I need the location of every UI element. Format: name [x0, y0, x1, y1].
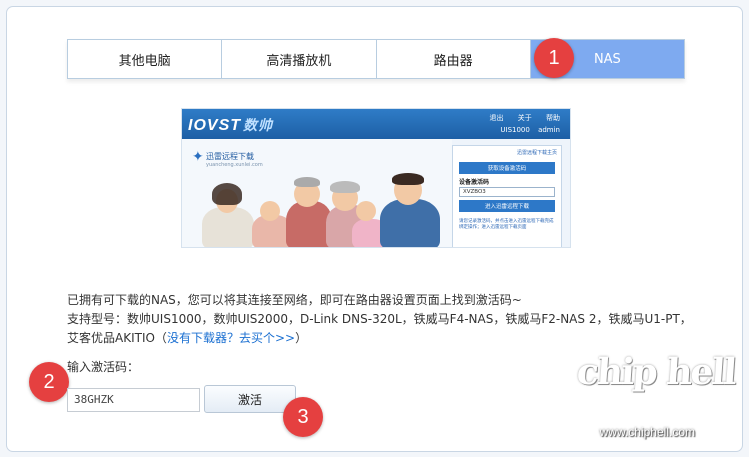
preview-logo: IOVST 数帅	[188, 115, 273, 135]
step-badge-3: 3	[283, 397, 323, 437]
activate-button[interactable]: 激活	[204, 385, 296, 413]
family-photo	[202, 173, 452, 247]
preview-about: 关于	[517, 114, 532, 122]
preview-username: admin	[538, 126, 560, 134]
tab-hd-player[interactable]: 高清播放机	[222, 40, 377, 78]
buy-downloader-link[interactable]: 没有下载器？去买个>>	[167, 331, 295, 345]
preview-brand: 迅雷远程下载 yuancheng.xunlei.com	[206, 151, 263, 168]
step-badge-2: 2	[29, 362, 69, 402]
preview-code-field: XVZBO3	[459, 187, 555, 197]
preview-header: IOVST 数帅 退出 关于 帮助 UIS1000 admin	[182, 109, 570, 139]
activation-code-label: 输入激活码：	[67, 360, 140, 374]
tab-router[interactable]: 路由器	[376, 40, 531, 78]
preview-help: 帮助	[546, 114, 560, 122]
description-line-3: 艾客优品AKITIO（没有下载器？去买个>>）	[67, 329, 697, 348]
preview-enter-button: 进入迅雷远程下载	[459, 200, 555, 212]
preview-get-code-button: 获取设备激活码	[459, 162, 555, 174]
chiphell-logo: chip hell	[575, 351, 737, 393]
preview-brand-sub: yuancheng.xunlei.com	[206, 162, 263, 168]
tab-other-pc[interactable]: 其他电脑	[68, 40, 223, 78]
preview-user-info: 退出 关于 帮助 UIS1000 admin	[478, 112, 560, 136]
preview-logo-text: IOVST	[188, 117, 242, 134]
description-supported-models: 支持型号：数帅UIS1000，数帅UIS2000，D-Link DNS-320L…	[67, 312, 692, 326]
preview-logo-cn: 数帅	[243, 117, 274, 133]
preview-activation-panel: 迅雷远程下载主页 获取设备激活码 设备激活码 XVZBO3 进入迅雷远程下载 请…	[452, 145, 562, 247]
preview-model: UIS1000	[500, 126, 530, 134]
preview-home-link: 迅雷远程下载主页	[516, 150, 557, 156]
nas-preview-image: IOVST 数帅 退出 关于 帮助 UIS1000 admin 迅雷远程下载 yu…	[181, 108, 571, 248]
preview-banner: 迅雷远程下载 yuancheng.xunlei.com ✦	[182, 139, 452, 247]
preview-footer-text: 请您记录激活码，并点击进入迅雷远程下载完成绑定操作；进入迅雷远程下载页面	[459, 219, 554, 230]
nas-description: 已拥有可下载的NAS，您可以将其连接至网络，即可在路由器设置页面上找到激活码~ …	[67, 291, 697, 348]
preview-brand-title: 迅雷远程下载	[206, 152, 254, 161]
description-line-3-prefix: 艾客优品AKITIO（	[67, 331, 167, 345]
step-badge-1: 1	[534, 38, 574, 78]
device-tabs: 其他电脑 高清播放机 路由器 NAS	[67, 39, 685, 79]
description-line-1: 已拥有可下载的NAS，您可以将其连接至网络，即可在路由器设置页面上找到激活码~	[67, 293, 522, 307]
description-line-3-suffix: ）	[295, 331, 308, 345]
thunder-bird-icon: ✦	[192, 149, 204, 165]
activation-code-input[interactable]: 38GHZK	[67, 388, 200, 412]
preview-logout: 退出	[489, 114, 504, 122]
chiphell-url: www.chiphell.com	[599, 425, 695, 439]
chiphell-watermark: chip hell www.chiphell.com	[563, 351, 743, 443]
preview-code-label: 设备激活码	[459, 179, 490, 186]
